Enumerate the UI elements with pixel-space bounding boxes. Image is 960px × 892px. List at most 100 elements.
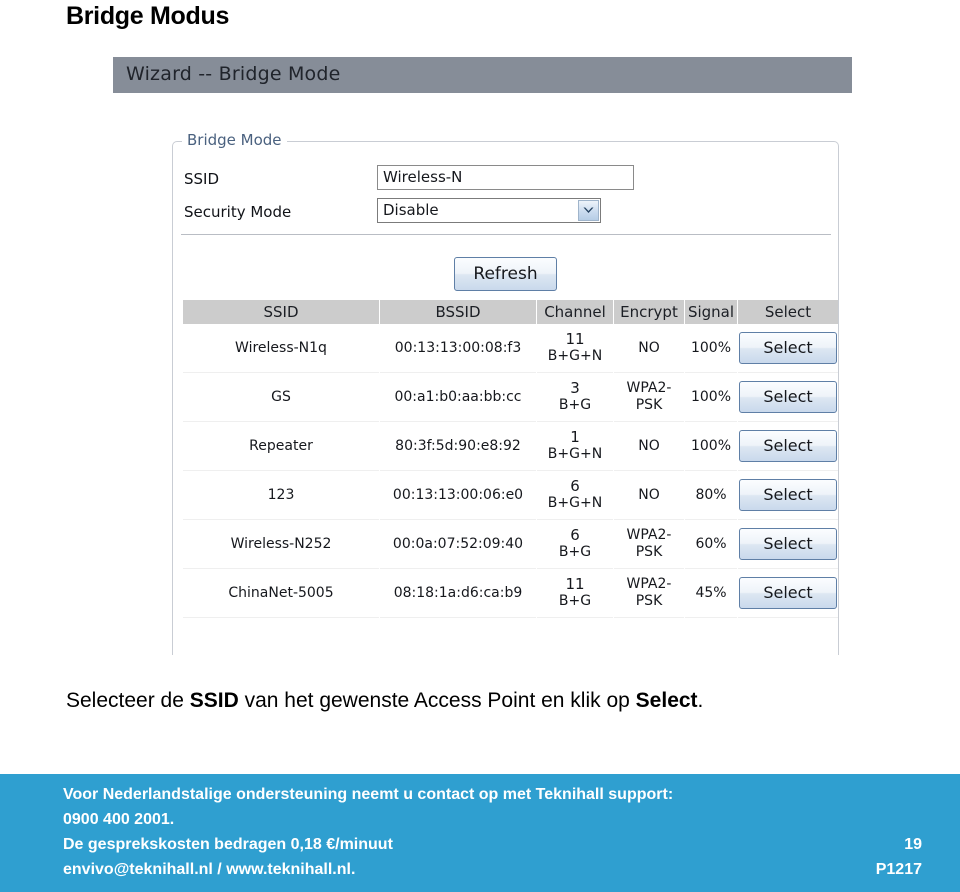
channel-number: 11: [565, 330, 585, 348]
cell-select: Select: [738, 373, 838, 422]
cell-channel: 11 B+G: [537, 569, 613, 618]
instruction-paragraph: Selecteer de SSID van het gewenste Acces…: [66, 686, 896, 716]
cell-signal: 80%: [685, 471, 737, 520]
select-button[interactable]: Select: [739, 577, 837, 609]
select-button[interactable]: Select: [739, 430, 837, 462]
column-header-channel: Channel: [537, 300, 613, 324]
select-button[interactable]: Select: [739, 528, 837, 560]
cell-signal: 45%: [685, 569, 737, 618]
channel-band: B+G+N: [547, 348, 603, 364]
instruction-part-2: van het gewenste Access Point en klik op: [238, 689, 636, 712]
form-row-ssid: SSID Wireless-N: [173, 164, 838, 197]
table-row: 123 00:13:13:00:06:e0 6 B+G+N NO 80% Sel…: [183, 471, 838, 520]
cell-ssid: Wireless-N1q: [183, 324, 379, 373]
footer-line-contact: envivo@teknihall.nl / www.teknihall.nl. …: [63, 857, 922, 882]
security-mode-label: Security Mode: [184, 203, 292, 221]
table-row: ChinaNet-5005 08:18:1a:d6:ca:b9 11 B+G W…: [183, 569, 838, 618]
cell-ssid: ChinaNet-5005: [183, 569, 379, 618]
instruction-bold-ssid: SSID: [189, 689, 239, 712]
ssid-label: SSID: [184, 170, 220, 188]
cell-signal: 100%: [685, 324, 737, 373]
select-button[interactable]: Select: [739, 381, 837, 413]
table-row: Wireless-N1q 00:13:13:00:08:f3 11 B+G+N …: [183, 324, 838, 373]
cell-channel: 6 B+G: [537, 520, 613, 569]
cell-bssid: 08:18:1a:d6:ca:b9: [380, 569, 536, 618]
cell-encrypt: NO: [614, 324, 684, 373]
cell-bssid: 00:0a:07:52:09:40: [380, 520, 536, 569]
cell-ssid: 123: [183, 471, 379, 520]
router-ui-screenshot: Wizard -- Bridge Mode Bridge Mode SSID W…: [0, 55, 960, 655]
cell-encrypt: WPA2-PSK: [614, 373, 684, 422]
select-button[interactable]: Select: [739, 332, 837, 364]
chevron-down-icon[interactable]: [578, 200, 599, 221]
cell-channel: 6 B+G+N: [537, 471, 613, 520]
channel-band: B+G: [558, 593, 592, 609]
cell-channel: 3 B+G: [537, 373, 613, 422]
cell-channel: 11 B+G+N: [537, 324, 613, 373]
channel-band: B+G+N: [547, 446, 603, 462]
support-footer: Voor Nederlandstalige ondersteuning neem…: [0, 774, 960, 892]
cell-encrypt: NO: [614, 422, 684, 471]
cell-select: Select: [738, 471, 838, 520]
footer-contact-text[interactable]: envivo@teknihall.nl / www.teknihall.nl.: [63, 861, 355, 878]
table-row: Wireless-N252 00:0a:07:52:09:40 6 B+G WP…: [183, 520, 838, 569]
channel-band: B+G: [558, 397, 592, 413]
cell-signal: 100%: [685, 422, 737, 471]
column-header-signal: Signal: [685, 300, 737, 324]
ap-scan-table-body: Wireless-N1q 00:13:13:00:08:f3 11 B+G+N …: [183, 324, 838, 618]
cell-signal: 100%: [685, 373, 737, 422]
cell-select: Select: [738, 324, 838, 373]
bridge-form: SSID Wireless-N Security Mode Disable: [173, 164, 838, 230]
ssid-input[interactable]: Wireless-N: [377, 165, 634, 190]
column-header-ssid: SSID: [183, 300, 379, 324]
refresh-button[interactable]: Refresh: [454, 257, 557, 291]
bridge-mode-panel: Bridge Mode SSID Wireless-N Security Mod…: [172, 131, 839, 655]
page-number: 19: [904, 836, 922, 853]
panel-legend: Bridge Mode: [182, 131, 287, 149]
channel-number: 6: [570, 526, 580, 544]
cell-signal: 60%: [685, 520, 737, 569]
cell-select: Select: [738, 520, 838, 569]
table-row: GS 00:a1:b0:aa:bb:cc 3 B+G WPA2-PSK 100%…: [183, 373, 838, 422]
footer-line-support: Voor Nederlandstalige ondersteuning neem…: [63, 786, 674, 803]
form-divider: [181, 234, 831, 235]
channel-number: 6: [570, 477, 580, 495]
cell-channel: 1 B+G+N: [537, 422, 613, 471]
table-row: Repeater 80:3f:5d:90:e8:92 1 B+G+N NO 10…: [183, 422, 838, 471]
security-mode-select[interactable]: Disable: [377, 198, 601, 223]
channel-number: 1: [570, 428, 580, 446]
form-row-security-mode: Security Mode Disable: [173, 197, 838, 230]
cell-ssid: GS: [183, 373, 379, 422]
footer-costs-text: De gesprekskosten bedragen 0,18 €/minuut: [63, 836, 393, 853]
cell-select: Select: [738, 422, 838, 471]
cell-encrypt: WPA2-PSK: [614, 569, 684, 618]
instruction-part-1: Selecteer de: [66, 689, 190, 712]
cell-bssid: 00:13:13:00:08:f3: [380, 324, 536, 373]
channel-number: 11: [565, 575, 585, 593]
support-footer-content: Voor Nederlandstalige ondersteuning neem…: [63, 782, 922, 882]
instruction-part-3: .: [697, 689, 704, 712]
instruction-bold-select: Select: [635, 689, 698, 712]
cell-ssid: Repeater: [183, 422, 379, 471]
column-header-encrypt: Encrypt: [614, 300, 684, 324]
ap-scan-table: SSID BSSID Channel Encrypt Signal Select…: [182, 300, 839, 618]
cell-encrypt: NO: [614, 471, 684, 520]
cell-select: Select: [738, 569, 838, 618]
column-header-bssid: BSSID: [380, 300, 536, 324]
wizard-titlebar: Wizard -- Bridge Mode: [113, 57, 852, 93]
security-mode-value: Disable: [383, 201, 439, 219]
channel-band: B+G+N: [547, 495, 603, 511]
cell-encrypt: WPA2-PSK: [614, 520, 684, 569]
refresh-button-row: Refresh: [173, 257, 838, 291]
column-header-select: Select: [738, 300, 838, 324]
channel-band: B+G: [558, 544, 592, 560]
wizard-titlebar-label: Wizard -- Bridge Mode: [126, 63, 341, 85]
table-header-row: SSID BSSID Channel Encrypt Signal Select: [183, 300, 838, 324]
cell-bssid: 80:3f:5d:90:e8:92: [380, 422, 536, 471]
select-button[interactable]: Select: [739, 479, 837, 511]
cell-bssid: 00:a1:b0:aa:bb:cc: [380, 373, 536, 422]
document-code: P1217: [875, 861, 922, 878]
cell-ssid: Wireless-N252: [183, 520, 379, 569]
channel-number: 3: [570, 379, 580, 397]
footer-line-costs: De gesprekskosten bedragen 0,18 €/minuut…: [63, 832, 922, 857]
